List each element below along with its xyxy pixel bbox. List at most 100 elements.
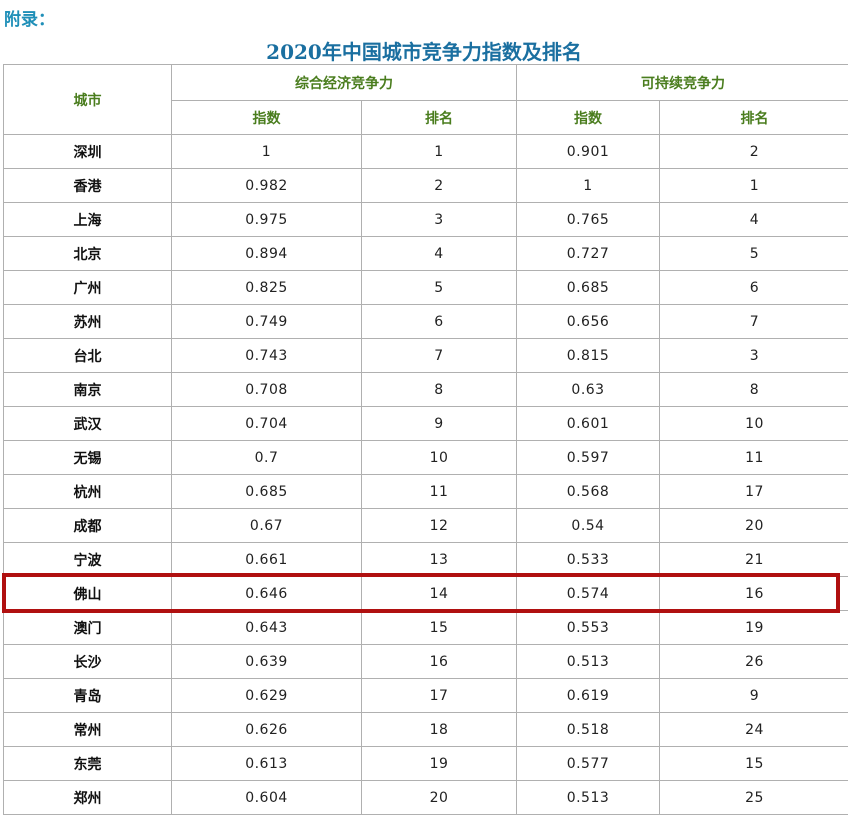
sustainable-rank-cell: 19	[659, 610, 848, 645]
sustainable-index-cell: 0.815	[516, 338, 660, 373]
header-economic-rank: 排名	[361, 100, 517, 135]
table-row: 台北 0.743 7 0.815 3	[3, 338, 848, 373]
city-competitiveness-table: 城市 综合经济竞争力 可持续竞争力 指数 排名 指数 排名 深圳 1 1 0.901 2…	[3, 64, 848, 815]
sustainable-rank-cell: 15	[659, 746, 848, 781]
table-row: 青岛 0.629 17 0.619 9	[3, 678, 848, 713]
city-cell: 广州	[3, 270, 172, 305]
city-cell: 常州	[3, 712, 172, 747]
table-row: 广州 0.825 5 0.685 6	[3, 270, 848, 305]
sustainable-rank-cell: 11	[659, 440, 848, 475]
sustainable-index-cell: 0.553	[516, 610, 660, 645]
sustainable-rank-cell: 7	[659, 304, 848, 339]
economic-index-cell: 0.894	[171, 236, 362, 271]
economic-index-cell: 0.629	[171, 678, 362, 713]
economic-index-cell: 0.613	[171, 746, 362, 781]
table-row: 常州 0.626 18 0.518 24	[3, 712, 848, 747]
economic-index-cell: 0.704	[171, 406, 362, 441]
sustainable-index-cell: 0.656	[516, 304, 660, 339]
economic-index-cell: 0.67	[171, 508, 362, 543]
sustainable-index-cell: 0.619	[516, 678, 660, 713]
table-row: 深圳 1 1 0.901 2	[3, 134, 848, 169]
table-row: 宁波 0.661 13 0.533 21	[3, 542, 848, 577]
table-row: 佛山 0.646 14 0.574 16	[3, 576, 848, 611]
sustainable-rank-cell: 10	[659, 406, 848, 441]
economic-index-cell: 0.749	[171, 304, 362, 339]
sustainable-index-cell: 0.518	[516, 712, 660, 747]
city-cell: 南京	[3, 372, 172, 407]
table-row: 杭州 0.685 11 0.568 17	[3, 474, 848, 509]
city-cell: 青岛	[3, 678, 172, 713]
sustainable-index-cell: 0.597	[516, 440, 660, 475]
city-cell: 成都	[3, 508, 172, 543]
economic-rank-cell: 16	[361, 644, 517, 679]
economic-rank-cell: 10	[361, 440, 517, 475]
economic-index-cell: 0.975	[171, 202, 362, 237]
city-cell: 北京	[3, 236, 172, 271]
economic-index-cell: 0.661	[171, 542, 362, 577]
sustainable-rank-cell: 3	[659, 338, 848, 373]
economic-rank-cell: 20	[361, 780, 517, 815]
sustainable-index-cell: 0.601	[516, 406, 660, 441]
economic-index-cell: 0.743	[171, 338, 362, 373]
sustainable-index-cell: 0.533	[516, 542, 660, 577]
table-row: 郑州 0.604 20 0.513 25	[3, 780, 848, 815]
economic-rank-cell: 17	[361, 678, 517, 713]
sustainable-index-cell: 0.54	[516, 508, 660, 543]
city-cell: 宁波	[3, 542, 172, 577]
table-row: 无锡 0.7 10 0.597 11	[3, 440, 848, 475]
table-row: 香港 0.982 2 1 1	[3, 168, 848, 203]
sustainable-index-cell: 0.685	[516, 270, 660, 305]
economic-rank-cell: 3	[361, 202, 517, 237]
sustainable-rank-cell: 6	[659, 270, 848, 305]
economic-rank-cell: 13	[361, 542, 517, 577]
sustainable-rank-cell: 9	[659, 678, 848, 713]
economic-rank-cell: 19	[361, 746, 517, 781]
economic-index-cell: 0.643	[171, 610, 362, 645]
economic-index-cell: 0.685	[171, 474, 362, 509]
city-cell: 长沙	[3, 644, 172, 679]
table-row: 长沙 0.639 16 0.513 26	[3, 644, 848, 679]
sustainable-rank-cell: 17	[659, 474, 848, 509]
city-cell: 杭州	[3, 474, 172, 509]
city-cell: 东莞	[3, 746, 172, 781]
city-cell: 郑州	[3, 780, 172, 815]
table-body: 深圳 1 1 0.901 2 香港 0.982 2 1 1 上海 0.975 3 0.765 4 北京 0.89…	[3, 134, 848, 815]
city-cell: 上海	[3, 202, 172, 237]
sustainable-rank-cell: 24	[659, 712, 848, 747]
economic-index-cell: 0.7	[171, 440, 362, 475]
appendix-label: 附录：	[4, 10, 55, 30]
sustainable-rank-cell: 26	[659, 644, 848, 679]
economic-rank-cell: 12	[361, 508, 517, 543]
table-row: 上海 0.975 3 0.765 4	[3, 202, 848, 237]
sustainable-rank-cell: 4	[659, 202, 848, 237]
economic-rank-cell: 8	[361, 372, 517, 407]
table-row: 苏州 0.749 6 0.656 7	[3, 304, 848, 339]
economic-index-cell: 0.646	[171, 576, 362, 611]
sustainable-rank-cell: 1	[659, 168, 848, 203]
economic-rank-cell: 18	[361, 712, 517, 747]
city-cell: 无锡	[3, 440, 172, 475]
sustainable-rank-cell: 8	[659, 372, 848, 407]
sustainable-rank-cell: 5	[659, 236, 848, 271]
sustainable-index-cell: 0.901	[516, 134, 660, 169]
header-sustainable-rank: 排名	[659, 100, 848, 135]
sustainable-index-cell: 0.727	[516, 236, 660, 271]
header-economic-competitiveness: 综合经济竞争力	[171, 64, 517, 101]
sustainable-index-cell: 0.513	[516, 644, 660, 679]
sustainable-index-cell: 0.765	[516, 202, 660, 237]
sustainable-index-cell: 0.513	[516, 780, 660, 815]
sustainable-index-cell: 0.568	[516, 474, 660, 509]
economic-index-cell: 0.604	[171, 780, 362, 815]
sustainable-index-cell: 0.63	[516, 372, 660, 407]
economic-rank-cell: 5	[361, 270, 517, 305]
economic-index-cell: 1	[171, 134, 362, 169]
city-cell: 澳门	[3, 610, 172, 645]
sustainable-rank-cell: 20	[659, 508, 848, 543]
sustainable-rank-cell: 21	[659, 542, 848, 577]
sustainable-rank-cell: 2	[659, 134, 848, 169]
city-cell: 台北	[3, 338, 172, 373]
sustainable-index-cell: 1	[516, 168, 660, 203]
economic-index-cell: 0.626	[171, 712, 362, 747]
city-cell: 香港	[3, 168, 172, 203]
city-cell: 苏州	[3, 304, 172, 339]
